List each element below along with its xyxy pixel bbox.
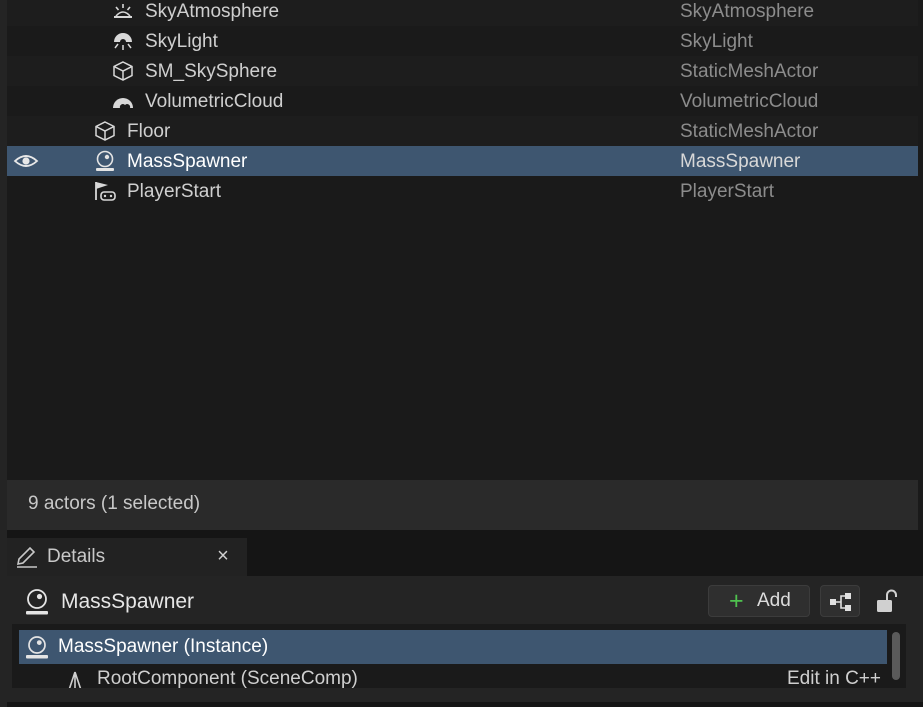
component-row-root[interactable]: RootComponent (SceneComp) Edit in C++ (19, 666, 887, 688)
outliner-row-type: SkyAtmosphere (680, 1, 815, 22)
component-label: MassSpawner (Instance) (58, 636, 269, 657)
panel-left-border (0, 0, 7, 707)
outliner-status-bar: 9 actors (1 selected) (7, 480, 918, 530)
details-panel: MassSpawner + Add MassSpawner (Instance)… (7, 576, 923, 707)
details-tab-strip: Details × (7, 530, 923, 576)
outliner-row-label: Floor (127, 121, 171, 142)
eye-icon[interactable] (13, 151, 39, 171)
outliner-scroll-track (918, 0, 923, 530)
outliner-row-volumetriccloud[interactable]: VolumetricCloud VolumetricCloud (7, 86, 918, 116)
static-mesh-icon (93, 120, 117, 142)
tab-details[interactable]: Details × (7, 538, 247, 576)
close-icon[interactable]: × (212, 545, 234, 568)
sky-atmosphere-icon (111, 0, 135, 22)
outliner-row-label: MassSpawner (127, 151, 248, 172)
outliner-row-label: SM_SkySphere (145, 61, 278, 82)
outliner-row-label: SkyAtmosphere (145, 1, 280, 22)
cloud-icon (111, 90, 135, 112)
outliner-row-label: PlayerStart (127, 181, 221, 202)
pencil-icon (15, 546, 39, 568)
outliner-row-label: SkyLight (145, 31, 218, 52)
outliner-row-type: StaticMeshActor (680, 121, 819, 142)
outliner-row-label: VolumetricCloud (145, 91, 284, 112)
scene-component-icon (63, 670, 87, 688)
details-bottom-edge (7, 702, 923, 707)
add-button-label: Add (757, 590, 791, 611)
selected-actor-name: MassSpawner (61, 590, 195, 613)
player-start-icon (93, 180, 117, 202)
tab-title: Details (47, 546, 106, 567)
outliner-row-type: SkyLight (680, 31, 753, 52)
details-scrollbar[interactable] (892, 632, 900, 680)
actor-count-text: 9 actors (1 selected) (28, 493, 201, 514)
edit-in-cpp-link[interactable]: Edit in C++ (787, 668, 881, 688)
blueprint-icon (830, 593, 851, 611)
outliner-row-type: StaticMeshActor (680, 61, 819, 82)
actor-icon (23, 635, 51, 659)
component-tree: MassSpawner (Instance) RootComponent (Sc… (12, 624, 906, 688)
skylight-icon (111, 30, 135, 52)
add-component-button[interactable]: + Add (708, 585, 810, 617)
actor-icon (23, 588, 51, 616)
outliner-row-playerstart[interactable]: PlayerStart PlayerStart (7, 176, 918, 206)
outliner-row-type: PlayerStart (680, 181, 774, 202)
outliner-row-skyatmosphere[interactable]: SkyAtmosphere SkyAtmosphere (7, 0, 918, 26)
outliner-row-sm-skysphere[interactable]: SM_SkySphere StaticMeshActor (7, 56, 918, 86)
plus-icon: + (729, 587, 744, 615)
static-mesh-icon (111, 60, 135, 82)
outliner-row-floor[interactable]: Floor StaticMeshActor (7, 116, 918, 146)
component-label: RootComponent (SceneComp) (97, 668, 358, 688)
outliner-row-type: VolumetricCloud (680, 91, 819, 112)
outliner-row-massspawner[interactable]: MassSpawner MassSpawner (7, 146, 918, 176)
lock-icon[interactable] (875, 588, 899, 614)
outliner-row-skylight[interactable]: SkyLight SkyLight (7, 26, 918, 56)
outliner-row-type: MassSpawner (680, 151, 801, 172)
world-outliner: SkyAtmosphere SkyAtmosphere SkyLight Sky… (7, 0, 918, 480)
component-row-instance[interactable]: MassSpawner (Instance) (19, 630, 887, 664)
blueprint-button[interactable] (820, 585, 860, 617)
actor-icon (93, 150, 117, 172)
